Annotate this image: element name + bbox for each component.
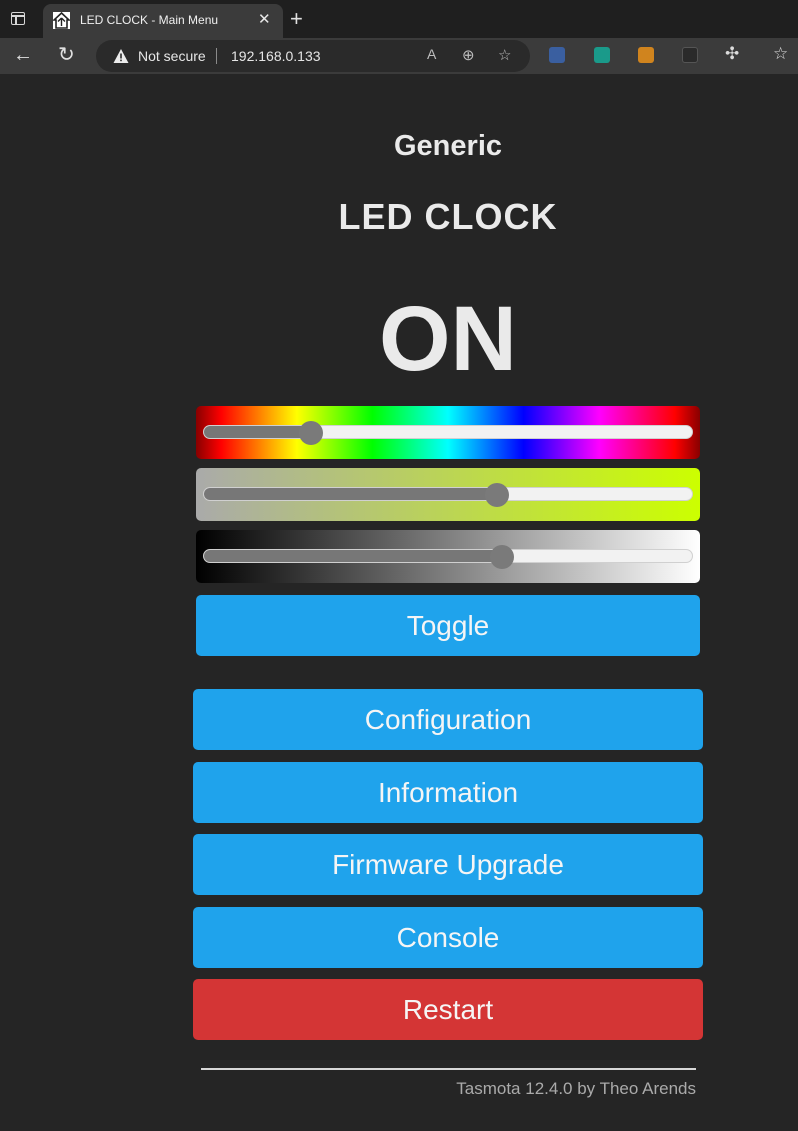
url-text[interactable]: 192.168.0.133 <box>231 48 321 64</box>
zoom-icon[interactable]: ⊕ <box>462 46 475 64</box>
tasmota-main-page: Generic LED CLOCK ON Toggle Configuratio… <box>0 74 798 1131</box>
device-friendly-name: LED CLOCK <box>338 196 558 237</box>
brightness-slider[interactable] <box>196 530 700 583</box>
tasmota-favicon-icon <box>51 11 72 29</box>
read-aloud-icon[interactable]: A <box>427 46 436 62</box>
footer-version: Tasmota 12.4.0 by Theo Arends <box>456 1079 696 1098</box>
extension-chart-icon[interactable] <box>638 47 654 63</box>
browser-toolbar: ← ↻ Not secure 192.168.0.133 A ⊕ ☆ ✣ ☆ <box>0 38 798 74</box>
module-name: Generic <box>394 130 502 162</box>
restart-button[interactable]: Restart <box>193 979 703 1040</box>
extensions-puzzle-icon[interactable]: ✣ <box>725 44 739 64</box>
extension-dots-icon[interactable] <box>549 47 565 63</box>
favorites-icon[interactable]: ☆ <box>773 44 788 64</box>
brightness-slider-knob[interactable] <box>489 545 514 569</box>
warning-icon <box>113 48 129 64</box>
address-divider <box>216 48 217 64</box>
browser-tab[interactable]: LED CLOCK - Main Menu ✕ <box>43 4 283 38</box>
hue-slider[interactable] <box>196 406 700 459</box>
security-status[interactable]: Not secure <box>138 48 206 64</box>
extension-terminal-icon[interactable] <box>682 47 698 63</box>
add-favorite-icon[interactable]: ☆ <box>498 46 511 64</box>
hue-slider-knob[interactable] <box>298 421 323 445</box>
information-button[interactable]: Information <box>193 762 703 823</box>
footer-divider <box>201 1068 696 1070</box>
toggle-button[interactable]: Toggle <box>196 595 700 656</box>
saturation-slider-track[interactable] <box>203 487 693 501</box>
saturation-slider[interactable] <box>196 468 700 521</box>
console-button[interactable]: Console <box>193 907 703 968</box>
new-tab-icon[interactable]: + <box>290 6 303 32</box>
tab-actions-icon[interactable] <box>10 10 28 28</box>
firmware-upgrade-button[interactable]: Firmware Upgrade <box>193 834 703 895</box>
tab-title: LED CLOCK - Main Menu <box>80 13 219 27</box>
power-state-indicator: ON <box>379 288 517 390</box>
reload-icon[interactable]: ↻ <box>58 43 75 67</box>
tab-close-icon[interactable]: ✕ <box>258 11 271 29</box>
back-arrow-icon[interactable]: ← <box>13 43 33 67</box>
browser-tab-bar: LED CLOCK - Main Menu ✕ + <box>0 0 798 38</box>
brightness-slider-track[interactable] <box>203 549 693 563</box>
saturation-slider-knob[interactable] <box>485 483 509 507</box>
address-bar[interactable]: Not secure 192.168.0.133 A ⊕ ☆ <box>96 40 530 72</box>
extension-s-icon[interactable] <box>594 47 610 63</box>
configuration-button[interactable]: Configuration <box>193 689 703 750</box>
hue-slider-track[interactable] <box>203 425 693 439</box>
